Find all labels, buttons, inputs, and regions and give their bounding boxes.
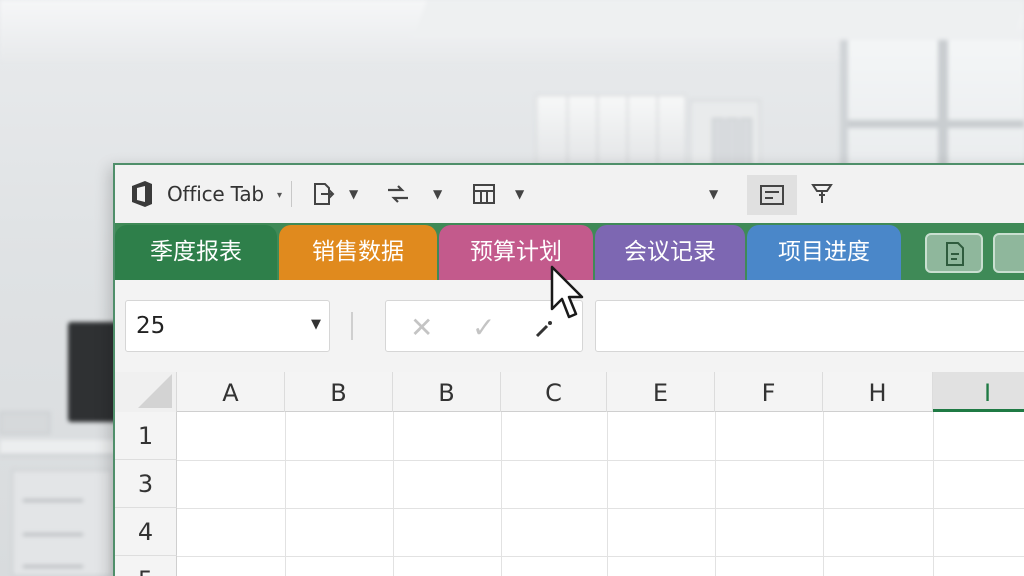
cancel-icon[interactable]: ✕	[410, 311, 433, 344]
title-dropdown-icon[interactable]: ▾	[277, 190, 282, 201]
app-title: Office Tab	[167, 182, 264, 206]
column-header-row: A B B C E F H I	[115, 372, 1024, 412]
column-header-selected[interactable]: I	[933, 372, 1024, 412]
name-box-value: 25	[136, 313, 166, 339]
tab-meeting-notes[interactable]: 会议记录	[595, 225, 745, 280]
select-all-corner[interactable]	[115, 372, 177, 412]
settings-panel-icon	[760, 185, 784, 205]
grid-line	[393, 412, 394, 576]
binder	[712, 118, 724, 168]
column-header[interactable]: B	[285, 372, 393, 412]
document-icon	[946, 242, 964, 266]
spreadsheet-grid: A B B C E F H I 1 3 4 5	[115, 372, 1024, 576]
settings-panel-button[interactable]	[747, 175, 797, 215]
column-header[interactable]: H	[823, 372, 933, 412]
chevron-down-icon[interactable]: ▼	[515, 187, 524, 201]
column-header[interactable]: A	[177, 372, 285, 412]
binder	[726, 118, 738, 168]
grid-line	[177, 556, 1024, 557]
desk	[0, 440, 120, 456]
export-icon[interactable]	[311, 181, 337, 207]
chevron-down-icon[interactable]: ▼	[349, 187, 358, 201]
tab-quarterly-report[interactable]: 季度报表	[115, 225, 277, 280]
row-header[interactable]: 3	[115, 460, 177, 508]
new-tab-button[interactable]	[925, 233, 983, 273]
spreadsheet-window: Office Tab ▾ ▼ ▼ ▼ ▼ 季度报表 销售数据 预算计划 会议记录…	[113, 163, 1024, 576]
binder	[740, 118, 752, 168]
drawer-unit	[12, 470, 112, 576]
chevron-down-icon[interactable]: ▼	[709, 187, 718, 201]
tab-sales-data[interactable]: 销售数据	[279, 225, 437, 280]
formula-separator	[351, 312, 353, 340]
grid-line	[285, 412, 286, 576]
column-header[interactable]: B	[393, 372, 501, 412]
ceiling-beam	[413, 0, 1024, 38]
tab-project-progress[interactable]: 项目进度	[747, 225, 901, 280]
grid-line	[177, 508, 1024, 509]
grid-line	[823, 412, 824, 576]
table-layout-icon[interactable]	[471, 181, 497, 207]
grid-line	[715, 412, 716, 576]
chevron-down-icon[interactable]: ▼	[433, 187, 442, 201]
row-header[interactable]: 1	[115, 412, 177, 460]
formula-input[interactable]	[595, 300, 1024, 352]
toolbar-separator	[291, 181, 292, 207]
filter-pin-icon[interactable]	[809, 181, 835, 207]
name-box[interactable]: 25 ▼	[125, 300, 330, 352]
column-header[interactable]: C	[501, 372, 607, 412]
office-tab-logo-icon	[132, 181, 152, 207]
grid-line	[501, 412, 502, 576]
background-monitor	[68, 322, 118, 422]
confirm-icon[interactable]: ✓	[472, 311, 495, 344]
grid-line	[177, 460, 1024, 461]
grid-line	[607, 412, 608, 576]
paper-tray	[0, 412, 50, 434]
grid-line	[933, 412, 934, 576]
sync-icon[interactable]	[385, 181, 411, 207]
tab-menu-button[interactable]	[993, 233, 1024, 273]
office-tab-toolbar: Office Tab ▾ ▼ ▼ ▼ ▼	[115, 165, 1024, 223]
mouse-cursor-icon	[550, 265, 584, 319]
column-header[interactable]: E	[607, 372, 715, 412]
row-header[interactable]: 5	[115, 556, 177, 576]
chevron-down-icon[interactable]: ▼	[311, 317, 321, 332]
row-header[interactable]: 4	[115, 508, 177, 556]
column-header[interactable]: F	[715, 372, 823, 412]
